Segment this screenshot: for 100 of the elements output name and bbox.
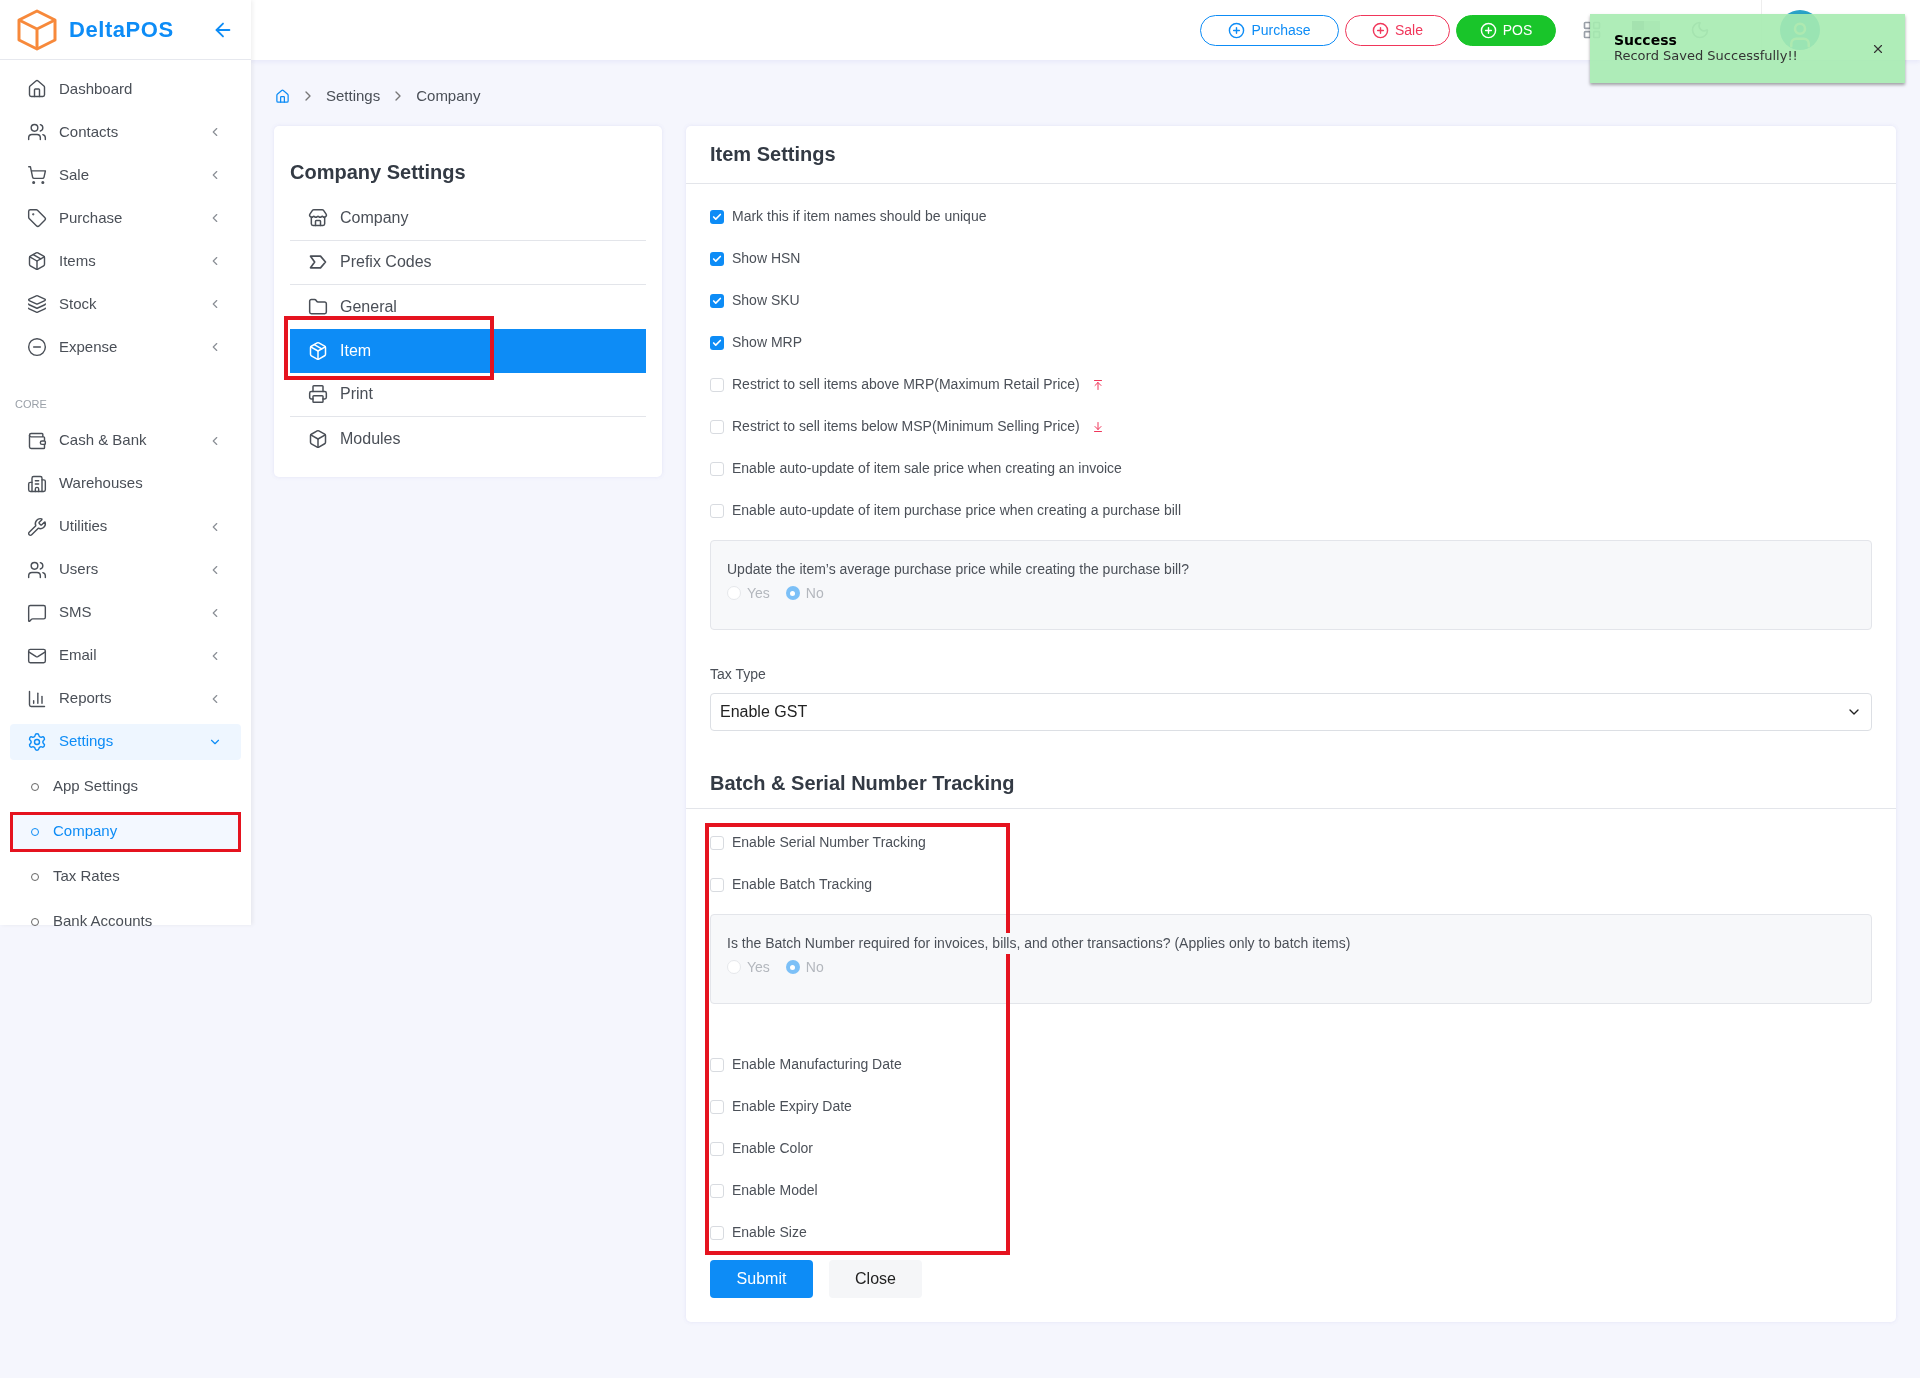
nav-item[interactable]: Email bbox=[10, 637, 241, 674]
option-label: Enable Serial Number Tracking bbox=[732, 833, 926, 852]
option-label: Enable Model bbox=[732, 1181, 818, 1200]
option-label: Show HSN bbox=[732, 249, 801, 268]
checkbox[interactable] bbox=[710, 377, 724, 392]
checkbox[interactable] bbox=[710, 335, 724, 350]
option-label: Restrict to sell items above MRP(Maximum Retail Price) bbox=[732, 375, 1080, 394]
option-label: Enable Color bbox=[732, 1139, 813, 1158]
submenu-item[interactable]: Tax Rates bbox=[10, 856, 241, 897]
wallet-icon bbox=[27, 430, 47, 451]
printer-icon bbox=[308, 384, 328, 404]
section-heading: CORE bbox=[14, 397, 48, 412]
nav-item[interactable]: Utilities bbox=[10, 508, 241, 545]
tax-type-select[interactable]: Enable GST bbox=[710, 692, 1872, 731]
brand-name: DeltaPOS bbox=[69, 16, 174, 44]
nav-item[interactable]: Users bbox=[10, 551, 241, 588]
checkbox[interactable] bbox=[710, 419, 724, 434]
option-label: Enable Expiry Date bbox=[732, 1097, 852, 1116]
wrench-icon bbox=[27, 516, 47, 537]
package-icon bbox=[27, 251, 47, 271]
plus-circle-icon bbox=[1228, 21, 1246, 39]
question-text: Is the Batch Number required for invoices, bills, and other transactions? (Applies only to batch items) bbox=[727, 932, 1351, 954]
radio-button[interactable] bbox=[785, 960, 800, 974]
cube-logo-icon bbox=[15, 7, 59, 52]
toast-message: Record Saved Successfully!! bbox=[1614, 48, 1799, 64]
folder-icon bbox=[308, 296, 328, 317]
checkbox[interactable] bbox=[710, 461, 724, 476]
checkbox[interactable] bbox=[710, 835, 724, 850]
minus-circle-icon bbox=[27, 337, 47, 357]
radio-label: No bbox=[805, 583, 824, 603]
card-title: Company Settings bbox=[290, 159, 467, 185]
nav-item[interactable]: Sale bbox=[10, 157, 241, 193]
nav-item[interactable]: Stock bbox=[10, 286, 241, 322]
checkbox[interactable] bbox=[710, 1141, 724, 1156]
users-icon bbox=[27, 122, 47, 142]
submenu-item[interactable]: App Settings bbox=[10, 766, 241, 807]
settings-icon bbox=[27, 731, 47, 752]
submenu-item[interactable]: Bank Accounts bbox=[10, 901, 241, 942]
nav-item[interactable]: Cash & Bank bbox=[10, 422, 241, 459]
nav-item[interactable]: Dashboard bbox=[10, 71, 241, 107]
checkbox[interactable] bbox=[710, 503, 724, 518]
option-label: Enable auto-update of item sale price when creating an invoice bbox=[732, 459, 1122, 478]
breadcrumb-link[interactable]: Company bbox=[416, 85, 481, 108]
option-label: Show SKU bbox=[732, 291, 800, 310]
option-label: Show MRP bbox=[732, 333, 803, 352]
option-label: Enable Size bbox=[732, 1223, 807, 1242]
checkbox[interactable] bbox=[710, 209, 724, 224]
nav-item[interactable]: Contacts bbox=[10, 114, 241, 150]
radio-button[interactable] bbox=[727, 586, 741, 600]
checkbox[interactable] bbox=[710, 251, 724, 266]
field-label: Tax Type bbox=[710, 664, 767, 684]
tag-icon bbox=[27, 208, 47, 228]
bar-chart-icon bbox=[27, 688, 47, 709]
checkbox[interactable] bbox=[710, 1225, 724, 1240]
checkbox[interactable] bbox=[710, 1057, 724, 1072]
section-title: Batch & Serial Number Tracking bbox=[710, 771, 1015, 796]
option-label: Restrict to sell items below MSP(Minimum Selling Price) bbox=[732, 417, 1080, 436]
breadcrumb-link[interactable]: Settings bbox=[326, 85, 381, 108]
settings-menu-item[interactable]: Print bbox=[290, 372, 646, 417]
section-title: Item Settings bbox=[710, 142, 836, 167]
option-label: Enable auto-update of item purchase price when creating a purchase bill bbox=[732, 501, 1182, 520]
nav-item[interactable]: Reports bbox=[10, 680, 241, 717]
settings-menu-item[interactable]: Modules bbox=[290, 416, 646, 461]
radio-label: Yes bbox=[747, 957, 770, 977]
box-icon bbox=[308, 428, 328, 449]
home-icon bbox=[27, 79, 47, 99]
close-icon[interactable] bbox=[1871, 42, 1885, 56]
radio-button[interactable] bbox=[727, 960, 741, 974]
quick-action-button[interactable]: Purchase bbox=[1200, 14, 1339, 46]
nav-item[interactable]: Warehouses bbox=[10, 465, 241, 502]
checkbox[interactable] bbox=[710, 1099, 724, 1114]
chat-icon bbox=[27, 602, 47, 623]
radio-button[interactable] bbox=[785, 586, 800, 600]
settings-menu-item[interactable]: General bbox=[290, 284, 646, 329]
chevron-tag-icon bbox=[308, 252, 328, 272]
option-label: Enable Manufacturing Date bbox=[732, 1055, 902, 1074]
plus-circle-icon bbox=[1372, 21, 1389, 39]
quick-action-button[interactable]: Sale bbox=[1345, 14, 1450, 46]
users-icon bbox=[27, 559, 47, 580]
radio-label: No bbox=[805, 957, 824, 977]
radio-label: Yes bbox=[747, 583, 770, 603]
nav-item[interactable]: SMS bbox=[10, 594, 241, 631]
settings-menu-item[interactable]: Prefix Codes bbox=[290, 240, 646, 285]
option-label: Enable Batch Tracking bbox=[732, 875, 873, 894]
checkbox[interactable] bbox=[710, 293, 724, 308]
cart-icon bbox=[27, 165, 47, 185]
checkbox[interactable] bbox=[710, 877, 724, 892]
checkbox[interactable] bbox=[710, 1183, 724, 1198]
toast-title: Success bbox=[1614, 32, 1678, 48]
nav-item[interactable]: Items bbox=[10, 243, 241, 279]
action-button[interactable]: Close bbox=[829, 1259, 922, 1298]
nav-item[interactable]: Purchase bbox=[10, 200, 241, 236]
option-label: Mark this if item names should be unique bbox=[732, 207, 987, 226]
building-icon bbox=[27, 473, 47, 494]
layers-icon bbox=[27, 294, 47, 314]
settings-menu-item[interactable]: Company bbox=[290, 196, 646, 241]
arrow-up-icon bbox=[1091, 378, 1104, 391]
store-icon bbox=[308, 208, 328, 228]
nav-item[interactable]: Expense bbox=[10, 329, 241, 365]
home-icon[interactable] bbox=[275, 88, 290, 104]
